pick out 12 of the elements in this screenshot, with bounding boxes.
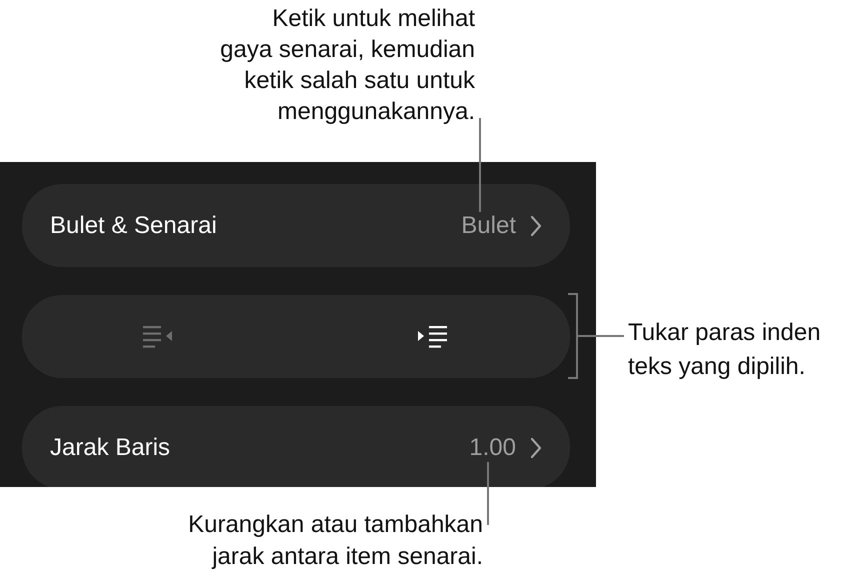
row-value: Bulet — [461, 212, 516, 240]
disclosure-row[interactable]: Bulet & Senarai Bulet — [22, 184, 570, 267]
leader-line — [487, 462, 489, 525]
row-label: Bulet & Senarai — [50, 212, 218, 240]
callout-text: Ketik untuk melihat gaya senarai, kemudian ketik salah satu untuk menggunakannya. — [220, 4, 475, 127]
chevron-icon — [530, 214, 542, 236]
row-label: Jarak Baris — [50, 434, 172, 462]
callout-text: Tukar paras inden teks yang dipilih. — [628, 318, 821, 382]
chevron-icon — [530, 436, 542, 458]
callout-text: Kurangkan atau tambahkan jarak antara item senarai. — [188, 510, 483, 572]
row-value: 1.00 — [469, 434, 516, 462]
disclosure-row[interactable]: Jarak Baris 1.00 — [22, 406, 570, 487]
